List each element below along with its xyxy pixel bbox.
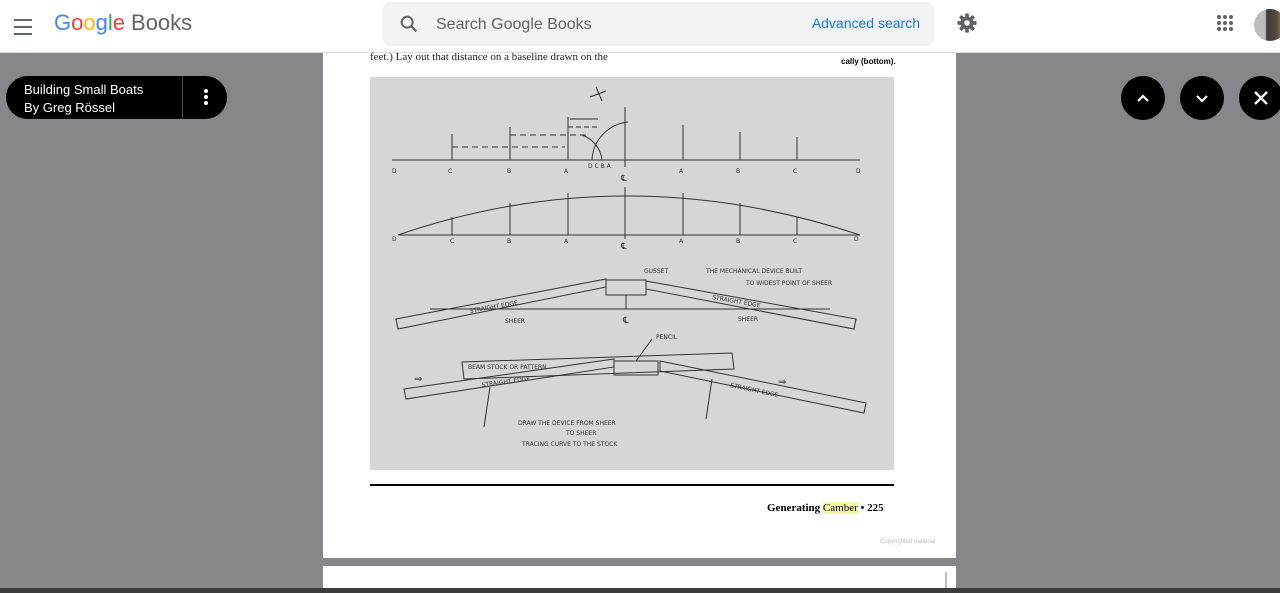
fig-beam-stock: BEAM STOCK OR PATTERN (468, 364, 547, 371)
fig-label: D (854, 236, 859, 243)
fig-label: D (392, 168, 397, 175)
search-icon[interactable] (398, 13, 420, 35)
bottom-bar (0, 588, 1280, 593)
book-author: By Greg Rössel (24, 100, 116, 115)
chevron-down-icon (1196, 95, 1208, 103)
book-info-pill: Building Small Boats By Greg Rössel (6, 76, 227, 119)
fig-label: A (564, 238, 569, 245)
gear-icon[interactable] (956, 12, 978, 34)
search-highlight: Camber (822, 502, 858, 514)
page-number: 225 (867, 502, 884, 514)
logo-books: Books (131, 10, 193, 35)
fig-label: C (450, 238, 454, 245)
fig-label: B (507, 168, 511, 175)
more-vert-icon[interactable] (198, 87, 214, 107)
fig-label: D (392, 236, 397, 243)
fig-straight-edge-right: STRAIGHT EDGE (712, 294, 762, 309)
fig-label: C (793, 168, 797, 175)
fig-label: A (564, 168, 569, 175)
footer-rule (370, 484, 894, 486)
search-box: Advanced search (382, 2, 934, 46)
fig-draw1: DRAW THE DEVICE FROM SHEER (518, 420, 616, 427)
close-icon (1254, 91, 1268, 105)
fig-label: B (736, 168, 740, 175)
camber-figure: D C B A D C B A A B C D ℄ D C B A ℄ A B … (370, 77, 894, 470)
fig-sheer-right: SHEER (738, 316, 758, 323)
book-title: Building Small Boats (24, 82, 144, 97)
copyright-notice: Copyrighted material (880, 539, 936, 545)
google-books-logo[interactable]: Google Books (54, 10, 192, 36)
fig-label: B (736, 238, 740, 245)
next-result-button[interactable] (1180, 76, 1224, 120)
fig-straight-edge-left: STRAIGHT EDGE (469, 300, 519, 315)
search-input[interactable] (434, 10, 798, 40)
fig-arrow-left: ⇒ (414, 374, 422, 385)
fig-label: C (448, 168, 452, 175)
menu-icon[interactable] (12, 14, 34, 38)
close-search-button[interactable] (1239, 76, 1280, 120)
page-body-text: feet.) Lay out that distance on a baseli… (370, 51, 608, 63)
fig-label: A (679, 238, 684, 245)
fig-label: ℄ (620, 174, 627, 184)
advanced-search-link[interactable]: Advanced search (812, 15, 920, 31)
footer-title: Generating (767, 502, 823, 514)
fig-label: ℄ (620, 242, 627, 252)
fig-arrow-right: ⇒ (778, 377, 786, 388)
fig-label: A (679, 168, 684, 175)
fig-label: B (507, 238, 511, 245)
fig-pencil: PENCIL (656, 334, 678, 341)
pill-divider (182, 76, 183, 119)
book-page: feet.) Lay out that distance on a baseli… (323, 51, 956, 558)
fig-straight-edge-bottom-right: STRAIGHT EDGE (730, 382, 779, 399)
fig-draw2: TO SHEER (565, 430, 596, 437)
fig-label: D (856, 168, 861, 175)
fig-note1: THE MECHANICAL DEVICE BUILT (705, 268, 802, 275)
chevron-up-icon (1137, 94, 1149, 102)
avatar[interactable] (1254, 9, 1280, 41)
fig-label: D C B A (588, 163, 612, 170)
fig-label: C (793, 238, 797, 245)
figure-caption: cally (bottom). (841, 57, 896, 66)
previous-result-button[interactable] (1121, 76, 1165, 120)
top-app-bar: GoogleBooks Advanced search (0, 0, 1280, 53)
apps-icon[interactable] (1217, 15, 1233, 31)
fig-sheer-left: SHEER (505, 318, 525, 325)
logo-google: Google (54, 10, 126, 35)
fig-label: ℄ (622, 316, 629, 326)
page-footer: Generating Camber • 225 (767, 502, 884, 514)
footer-separator: • (860, 502, 865, 514)
fig-gusset: GUSSET (644, 268, 668, 275)
fig-note2: TO WIDEST POINT OF SHEER (745, 280, 832, 287)
fig-draw3: TRACING CURVE TO THE STOCK (521, 441, 618, 448)
